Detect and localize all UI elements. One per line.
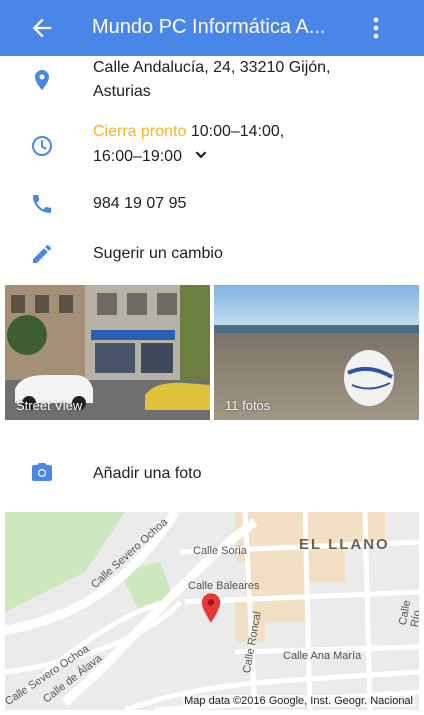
map-credit: Map data ©2016 Google, Inst. Geogr. Naci… xyxy=(182,695,415,707)
hours-line1: 10:00–14:00, xyxy=(190,123,285,140)
chevron-down-icon[interactable] xyxy=(190,144,212,166)
phone-number: 984 19 07 95 xyxy=(93,195,187,212)
street-view-label: Street View xyxy=(16,398,83,413)
camera-icon xyxy=(32,463,52,481)
app-bar: Mundo PC Informática A... xyxy=(0,0,424,56)
street-view-tile[interactable]: Street View xyxy=(5,285,210,420)
street-label: Calle Soria xyxy=(193,545,247,557)
photo-strip: Street View 11 fotos xyxy=(5,285,419,420)
add-photo-row[interactable]: Añadir una foto xyxy=(0,458,424,490)
page-title: Mundo PC Informática A... xyxy=(92,16,326,38)
suggest-edit-label: Sugerir un cambio xyxy=(93,245,223,262)
photos-tile[interactable]: 11 fotos xyxy=(214,285,419,420)
hours-line2: 16:00–19:00 xyxy=(93,148,182,165)
street-label: Calle Ana María xyxy=(283,650,362,662)
add-photo-label: Añadir una foto xyxy=(93,465,202,482)
hours-text: Cierra pronto 10:00–14:00, 16:00–19:00 xyxy=(93,120,284,169)
photos-count-label: 11 fotos xyxy=(225,398,271,413)
clock-icon xyxy=(32,136,52,156)
phone-row[interactable]: 984 19 07 95 xyxy=(0,188,424,220)
more-vert-icon[interactable] xyxy=(362,14,390,42)
map-view[interactable]: EL LLANO Calle Severo Ochoa Calle Severo… xyxy=(5,512,419,710)
hours-row[interactable]: Cierra pronto 10:00–14:00, 16:00–19:00 xyxy=(0,120,424,172)
address-line1: Calle Andalucía, 24, 33210 Gijón, xyxy=(93,59,331,76)
district-label: EL LLANO xyxy=(299,536,390,553)
address-line2: Asturias xyxy=(93,83,151,100)
map-marker-icon[interactable] xyxy=(200,592,222,624)
address-row[interactable]: Calle Andalucía, 24, 33210 Gijón, Asturi… xyxy=(0,56,424,112)
address-text: Calle Andalucía, 24, 33210 Gijón, Asturi… xyxy=(93,56,331,104)
pencil-icon xyxy=(33,244,52,263)
location-pin-icon xyxy=(35,70,49,90)
suggest-edit-row[interactable]: Sugerir un cambio xyxy=(0,238,424,270)
hours-status: Cierra pronto xyxy=(93,123,187,140)
arrow-back-icon[interactable] xyxy=(28,14,56,42)
street-label: Calle Baleares xyxy=(188,580,260,592)
phone-icon xyxy=(33,195,51,213)
